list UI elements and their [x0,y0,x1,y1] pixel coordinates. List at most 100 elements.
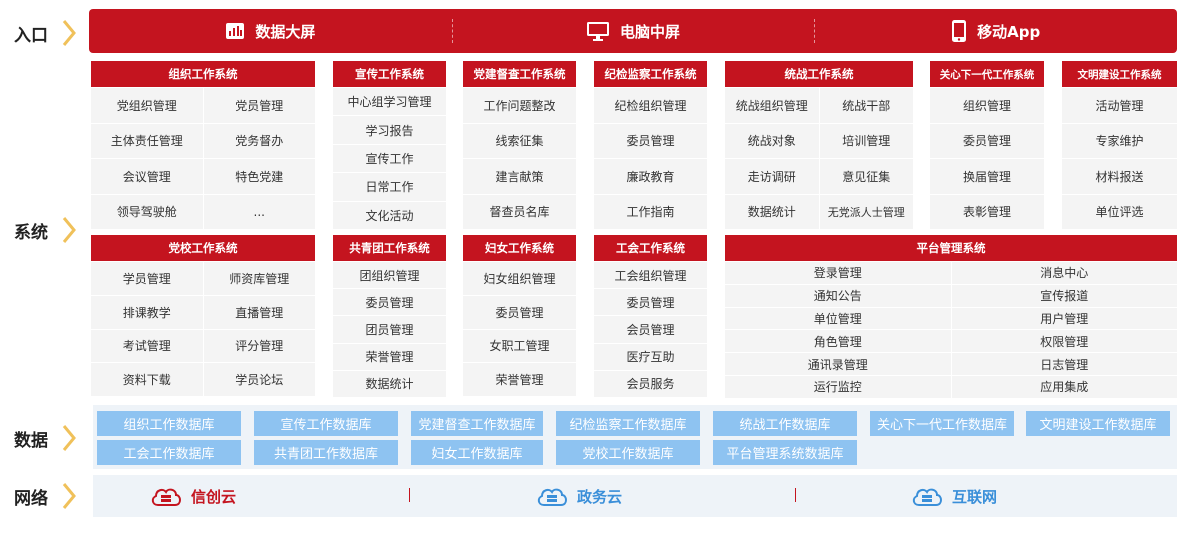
module-item[interactable]: 线索征集 [463,123,576,158]
database-tag[interactable]: 工会工作数据库 [97,440,241,465]
module-item[interactable]: 廉政教育 [594,159,707,194]
entry-mobile-app[interactable]: 移动App [814,9,1177,53]
module-title: 纪检监察工作系统 [594,61,707,87]
database-tag[interactable]: 关心下一代工作数据库 [870,411,1014,436]
module-item[interactable]: 资料下载 [91,363,203,397]
database-tag[interactable]: 文明建设工作数据库 [1026,411,1170,436]
module-item[interactable]: 专家维护 [1062,123,1177,158]
database-tag[interactable]: 妇女工作数据库 [411,440,543,465]
module-platform-management: 平台管理系统 登录管理 消息中心 通知公告 宣传报道 单位管理 用户管理 角色管… [725,235,1177,398]
module-item[interactable]: 直播管理 [203,295,315,329]
network-internet[interactable]: 互联网 [910,475,997,517]
module-item[interactable]: 数据统计 [333,370,446,397]
network-gov-cloud[interactable]: 政务云 [535,475,622,517]
module-item[interactable]: 宣传报道 [951,284,1177,307]
module-item[interactable]: 培训管理 [819,123,913,158]
module-item[interactable]: 排课教学 [91,295,203,329]
module-item[interactable]: 统战干部 [819,88,913,123]
row-label-system-text: 系统 [14,222,48,243]
module-item[interactable]: 学习报告 [333,116,446,144]
module-item[interactable]: 会议管理 [91,159,203,194]
module-item[interactable]: 数据统计 [725,194,819,229]
database-tag[interactable]: 共青团工作数据库 [254,440,398,465]
module-title: 组织工作系统 [91,61,315,87]
database-tag[interactable]: 宣传工作数据库 [254,411,398,436]
module-item[interactable]: 应用集成 [951,375,1177,398]
database-tag[interactable]: 统战工作数据库 [713,411,857,436]
cloud-server-icon [912,488,942,506]
module-item[interactable]: 会员服务 [594,370,707,397]
module-item[interactable]: 统战对象 [725,123,819,158]
module-item[interactable]: 评分管理 [203,329,315,363]
module-item[interactable]: 工会组织管理 [594,262,707,289]
module-title: 宣传工作系统 [333,61,446,87]
database-tag[interactable]: 党校工作数据库 [556,440,700,465]
module-item[interactable]: 党员管理 [203,88,315,123]
module-item[interactable]: 会员管理 [594,316,707,343]
module-item[interactable]: 委员管理 [930,123,1044,158]
module-item[interactable]: 主体责任管理 [91,123,203,158]
module-item[interactable]: 妇女组织管理 [463,262,576,295]
module-item[interactable]: 文化活动 [333,201,446,229]
module-item[interactable]: 党组织管理 [91,88,203,123]
database-tag[interactable]: 平台管理系统数据库 [713,440,857,465]
module-item[interactable]: 考试管理 [91,329,203,363]
module-item[interactable]: 督查员名库 [463,194,576,229]
module-item[interactable]: 单位评选 [1062,194,1177,229]
module-item[interactable]: 换届管理 [930,159,1044,194]
module-item[interactable]: ... [203,194,315,229]
module-item[interactable]: 用户管理 [951,307,1177,330]
module-item[interactable]: 师资库管理 [203,262,315,295]
module-item[interactable]: 通讯录管理 [725,353,951,375]
module-item[interactable]: 团组织管理 [333,262,446,289]
database-tag[interactable]: 组织工作数据库 [97,411,241,436]
module-inspection: 党建督查工作系统 工作问题整改 线索征集 建言献策 督查员名库 [463,61,576,229]
module-item[interactable]: 活动管理 [1062,88,1177,123]
module-item[interactable]: 荣誉管理 [333,343,446,370]
module-item[interactable]: 意见征集 [819,159,913,194]
module-item[interactable]: 医疗互助 [594,343,707,370]
module-item[interactable]: 单位管理 [725,307,951,330]
module-item[interactable]: 委员管理 [463,295,576,329]
entry-desktop-screen[interactable]: 电脑中屏 [451,9,815,53]
module-item[interactable]: 委员管理 [333,289,446,316]
module-item[interactable]: 无党派人士管理 [819,194,913,229]
module-item[interactable]: 统战组织管理 [725,88,819,123]
module-item[interactable]: 纪检组织管理 [594,88,707,123]
module-item[interactable]: 表彰管理 [930,194,1044,229]
module-item[interactable]: 运行监控 [725,375,951,398]
module-item[interactable]: 走访调研 [725,159,819,194]
module-item[interactable]: 工作指南 [594,194,707,229]
module-item[interactable]: 领导驾驶舱 [91,194,203,229]
module-item[interactable]: 委员管理 [594,123,707,158]
module-item[interactable]: 党务督办 [203,123,315,158]
module-item[interactable]: 女职工管理 [463,329,576,363]
module-item[interactable]: 工作问题整改 [463,88,576,123]
database-tag[interactable]: 纪检监察工作数据库 [556,411,700,436]
module-item[interactable]: 团员管理 [333,316,446,343]
module-item[interactable]: 消息中心 [951,262,1177,284]
module-item[interactable]: 日常工作 [333,173,446,201]
module-item[interactable]: 学员论坛 [203,363,315,397]
row-label-network: 网络 [0,479,88,513]
row-label-entry-text: 入口 [14,25,48,46]
module-item[interactable]: 委员管理 [594,289,707,316]
network-xinchuang-cloud[interactable]: 信创云 [149,475,236,517]
database-tag[interactable]: 党建督查工作数据库 [411,411,543,436]
network-layer: 信创云 政务云 互联网 [93,475,1177,517]
module-item[interactable]: 权限管理 [951,330,1177,353]
module-item[interactable]: 学员管理 [91,262,203,295]
module-item[interactable]: 材料报送 [1062,159,1177,194]
module-title: 工会工作系统 [594,235,707,261]
module-item[interactable]: 登录管理 [725,262,951,284]
module-item[interactable]: 组织管理 [930,88,1044,123]
module-item[interactable]: 角色管理 [725,330,951,353]
module-item[interactable]: 荣誉管理 [463,363,576,397]
module-item[interactable]: 日志管理 [951,353,1177,375]
module-item[interactable]: 建言献策 [463,159,576,194]
module-item[interactable]: 宣传工作 [333,144,446,173]
module-item[interactable]: 中心组学习管理 [333,88,446,116]
module-item[interactable]: 通知公告 [725,284,951,307]
module-item[interactable]: 特色党建 [203,159,315,194]
entry-dashboard-screen[interactable]: 数据大屏 [89,9,452,53]
